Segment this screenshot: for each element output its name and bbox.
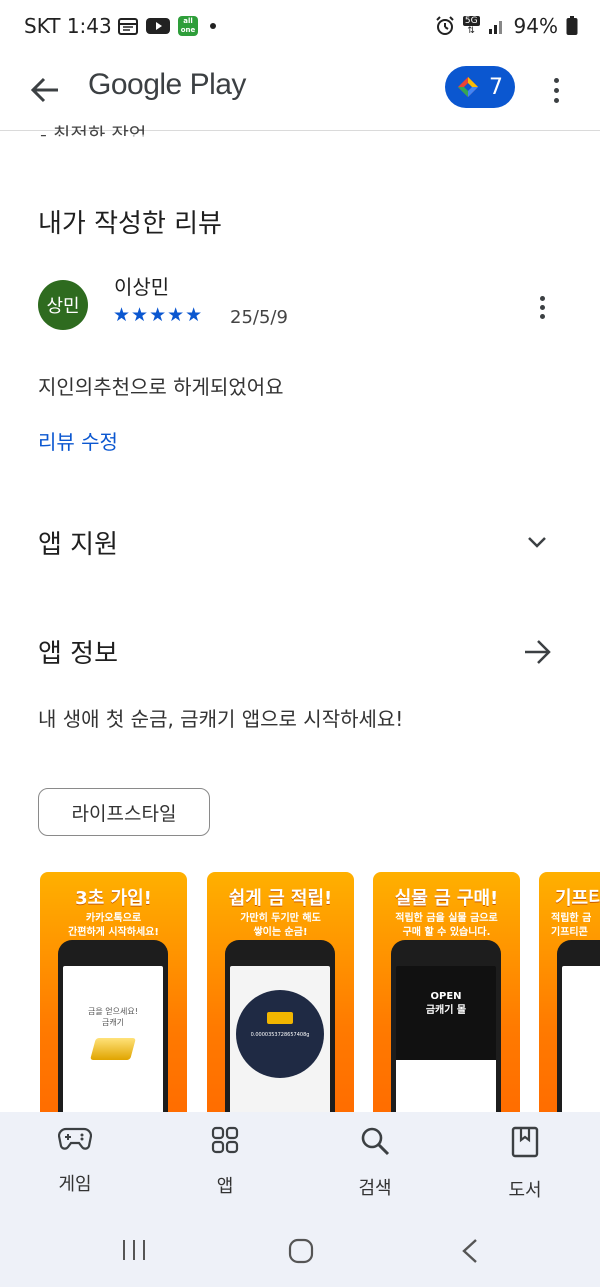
screenshot-subtext: 가만히 두기만 해도 쌓이는 순금! <box>240 913 321 938</box>
screenshot-2[interactable]: 쉽게 금 적립! 가만히 두기만 해도 쌓이는 순금! 0.0000353728… <box>207 872 354 1112</box>
phone-mockup: 금을 얻으세요! 금캐기 <box>58 940 168 1112</box>
play-points-count: 7 <box>489 74 503 100</box>
avatar: 상민 <box>38 280 88 330</box>
notification-dot-icon <box>210 23 216 29</box>
gold-circle: 0.0000353728657408g <box>236 990 324 1078</box>
phone-mockup <box>557 940 600 1112</box>
system-navigation-bar <box>0 1220 600 1287</box>
screenshot-headline: 3초 가입! <box>75 888 152 909</box>
screenshot-carousel[interactable]: 3초 가입! 카카오톡으로 간편하게 시작하세요! 금을 얻으세요! 금캐기 쉽… <box>40 872 600 1112</box>
home-icon[interactable] <box>288 1238 314 1264</box>
accumulated-gold-value: 0.0000353728657408g <box>250 1032 310 1038</box>
signal-icon <box>488 21 502 34</box>
nav-label-apps: 앱 <box>216 1176 234 1197</box>
play-points-icon <box>458 77 478 97</box>
app-bar: Google Play 7 <box>0 52 600 131</box>
nav-item-games[interactable]: 게임 <box>35 1126 115 1196</box>
arrow-right-icon <box>525 640 551 664</box>
gold-bars-icon <box>90 1038 136 1060</box>
screenshot-headline: 실물 금 구매! <box>394 888 499 909</box>
edit-review-link[interactable]: 리뷰 수정 <box>38 426 118 455</box>
nav-label-books: 도서 <box>508 1180 542 1201</box>
nav-label-games: 게임 <box>58 1174 92 1195</box>
back-nav-icon[interactable] <box>460 1238 480 1264</box>
screenshot-subtext: 적립한 금 기프티콘 <box>551 913 592 938</box>
status-system-icons: 5G ⇅ 94% <box>435 14 578 38</box>
screenshot-subtext: 카카오톡으로 간편하게 시작하세요! <box>68 913 159 938</box>
allone-app-icon: all one <box>178 16 198 36</box>
screenshot-headline: 기프티 <box>555 888 600 909</box>
app-description: 내 생애 첫 순금, 금캐기 앱으로 시작하세요! <box>38 707 404 731</box>
screenshot-headline: 쉽게 금 적립! <box>228 888 333 909</box>
app-support-row[interactable]: 앱 지원 <box>0 505 600 577</box>
review-date: 25/5/9 <box>230 307 288 328</box>
status-bar: SKT 1:43 all one 5G ⇅ 94% <box>0 0 600 52</box>
reviewer-name: 이상민 <box>114 275 170 299</box>
apps-grid-icon <box>211 1126 239 1154</box>
screenshot-3[interactable]: 실물 금 구매! 적립한 금을 실물 금으로 구매 할 수 있습니다. OPEN… <box>373 872 520 1112</box>
gold-bar-icon <box>267 1012 293 1024</box>
my-review-title: 내가 작성한 리뷰 <box>38 209 222 239</box>
review-more-icon[interactable] <box>532 292 552 322</box>
rating-stars: ★★★★★ <box>113 304 204 326</box>
gamepad-icon <box>57 1127 93 1150</box>
search-icon <box>361 1127 390 1156</box>
phone-mockup: 0.0000353728657408g <box>225 940 335 1112</box>
app-support-title: 앱 지원 <box>38 530 119 560</box>
screen-text: 금을 얻으세요! 금캐기 <box>88 1007 138 1027</box>
back-arrow-icon[interactable] <box>26 70 66 110</box>
more-options-icon[interactable] <box>546 70 566 110</box>
phone-mockup: OPEN 금캐기 몰 <box>391 940 501 1112</box>
chevron-down-icon <box>528 537 546 548</box>
alarm-icon <box>436 16 454 35</box>
nav-item-books[interactable]: 도서 <box>485 1126 565 1202</box>
youtube-icon <box>146 18 170 34</box>
nav-item-apps[interactable]: 앱 <box>185 1126 265 1198</box>
whats-new-cutoff-text: - 최적화 작업 <box>40 124 147 146</box>
battery-percent: 94% <box>513 14 558 38</box>
screenshot-4[interactable]: 기프티 적립한 금 기프티콘 <box>539 872 600 1112</box>
status-notification-icons: all one <box>118 16 216 36</box>
recent-apps-icon[interactable] <box>121 1238 147 1262</box>
status-time: SKT 1:43 <box>24 14 112 38</box>
category-chip[interactable]: 라이프스타일 <box>38 788 210 836</box>
screenshot-subtext: 적립한 금을 실물 금으로 구매 할 수 있습니다. <box>395 913 498 938</box>
calendar-icon <box>118 18 138 35</box>
nav-label-search: 검색 <box>358 1178 392 1199</box>
battery-icon <box>566 16 578 35</box>
review-text: 지인의추천으로 하게되었어요 <box>38 375 284 399</box>
book-icon <box>511 1126 539 1158</box>
screenshot-1[interactable]: 3초 가입! 카카오톡으로 간편하게 시작하세요! 금을 얻으세요! 금캐기 <box>40 872 187 1112</box>
play-points-button[interactable]: 7 <box>445 66 515 108</box>
screen-text: OPEN 금캐기 몰 <box>425 991 467 1016</box>
network-5g-icon: 5G ⇅ <box>462 16 480 36</box>
app-info-row[interactable]: 앱 정보 <box>0 615 600 687</box>
app-info-title: 앱 정보 <box>38 639 119 669</box>
app-title: Google Play <box>88 68 246 101</box>
nav-item-search[interactable]: 검색 <box>335 1126 415 1200</box>
